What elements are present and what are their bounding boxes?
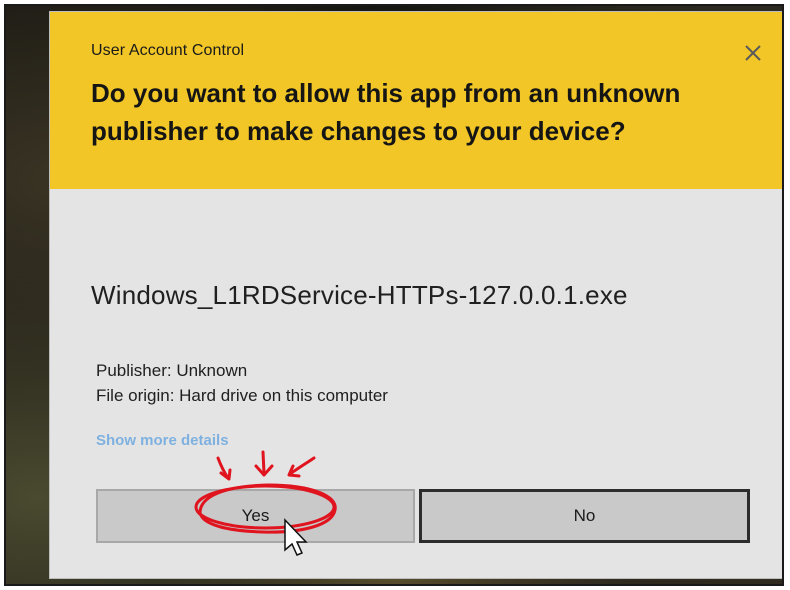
file-origin-text: File origin: Hard drive on this computer: [96, 386, 388, 405]
close-icon: [745, 45, 761, 61]
dialog-header: User Account Control Do you want to allo…: [50, 12, 782, 189]
publisher-text: Publisher: Unknown: [96, 361, 248, 380]
dialog-question: Do you want to allow this app from an un…: [91, 78, 681, 146]
app-meta: Publisher: Unknown File origin: Hard dri…: [96, 358, 388, 408]
show-more-details-link[interactable]: Show more details: [96, 432, 229, 449]
dialog-title: User Account Control: [91, 42, 245, 59]
close-button[interactable]: [738, 38, 768, 68]
yes-button[interactable]: Yes: [96, 489, 415, 543]
uac-dialog: User Account Control Do you want to allo…: [50, 12, 782, 578]
yes-button-label: Yes: [241, 506, 270, 525]
no-button[interactable]: No: [419, 489, 750, 543]
app-name: Windows_L1RDService-HTTPs-127.0.0.1.exe: [91, 280, 628, 310]
screenshot-frame: User Account Control Do you want to allo…: [4, 4, 784, 586]
no-button-label: No: [573, 506, 596, 525]
